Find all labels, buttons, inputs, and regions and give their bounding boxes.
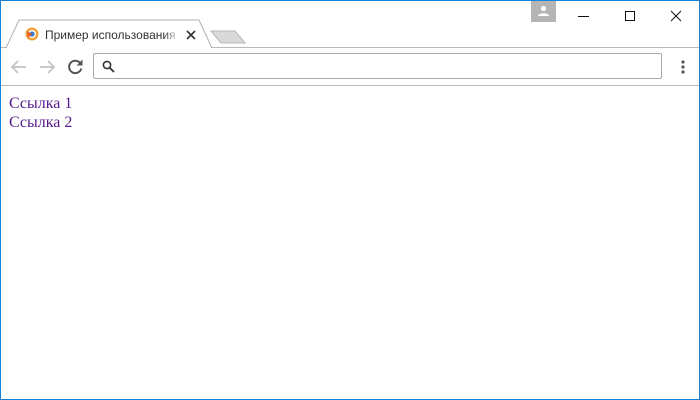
- forward-button[interactable]: [37, 57, 57, 77]
- link-2[interactable]: Ссылка 2: [9, 113, 72, 132]
- page-content: Ссылка 1 Ссылка 2: [1, 86, 699, 399]
- kebab-menu-icon: [681, 60, 685, 74]
- maximize-button[interactable]: [607, 1, 653, 31]
- tab-title-fade: [164, 27, 180, 43]
- profile-icon: [538, 5, 549, 16]
- minimize-button[interactable]: [561, 1, 607, 31]
- link-1[interactable]: Ссылка 1: [9, 94, 72, 113]
- favicon-icon: [25, 27, 39, 41]
- omnibox[interactable]: [93, 53, 662, 79]
- forward-arrow-icon: [40, 60, 56, 74]
- tab-title: Пример использования: [45, 28, 176, 42]
- search-icon: [102, 60, 115, 73]
- back-button[interactable]: [9, 57, 29, 77]
- new-tab-button[interactable]: [208, 25, 248, 47]
- profile-button[interactable]: [531, 1, 556, 22]
- tab-active[interactable]: Пример использования: [6, 19, 212, 49]
- link-list: Ссылка 1 Ссылка 2: [9, 94, 72, 132]
- back-arrow-icon: [10, 60, 26, 74]
- close-window-button[interactable]: [653, 1, 699, 31]
- reload-button[interactable]: [65, 57, 85, 77]
- window-close-icon: [670, 10, 682, 22]
- tab-close-icon[interactable]: [184, 28, 198, 42]
- new-tab-icon: [209, 30, 247, 44]
- toolbar: [1, 48, 699, 86]
- browser-window: Пример использования Ссылка 1 Ссылка 2: [0, 0, 700, 400]
- browser-menu-button[interactable]: [673, 57, 693, 77]
- reload-icon: [68, 59, 83, 75]
- maximize-icon: [625, 11, 635, 21]
- address-input[interactable]: [122, 56, 652, 76]
- minimize-icon: [578, 16, 589, 17]
- title-bar: Пример использования: [1, 1, 699, 49]
